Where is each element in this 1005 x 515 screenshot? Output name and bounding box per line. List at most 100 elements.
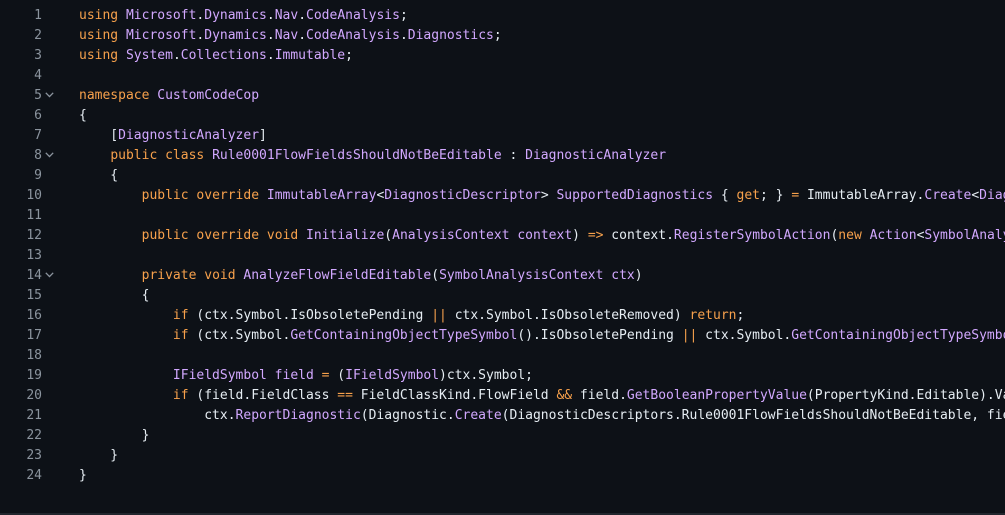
code-token: AnalyzeFlowFieldEditable <box>243 268 432 283</box>
code-token: )ctx.Symbol; <box>439 368 533 383</box>
code-line[interactable]: 11 <box>0 206 1005 226</box>
line-code: if (field.FieldClass == FieldClassKind.F… <box>79 386 1005 406</box>
line-number: 16 <box>26 308 42 323</box>
code-line[interactable]: 22 } <box>0 426 1005 446</box>
code-line[interactable]: 21 ctx.ReportDiagnostic(Diagnostic.Creat… <box>0 406 1005 426</box>
code-token: Collections <box>180 48 267 63</box>
line-code: } <box>79 466 87 486</box>
line-number: 22 <box>26 428 42 443</box>
code-token: get <box>736 188 760 203</box>
code-token: public <box>141 228 189 243</box>
line-code: } <box>79 446 118 466</box>
code-line[interactable]: 6{ <box>0 106 1005 126</box>
line-code: { <box>79 106 87 126</box>
line-code: if (ctx.Symbol.GetContainingObjectTypeSy… <box>79 326 1005 346</box>
code-token: ( <box>431 268 440 283</box>
code-token: } <box>79 448 119 463</box>
line-number: 12 <box>26 228 42 243</box>
code-token: . <box>298 28 307 43</box>
code-token: { <box>79 288 150 303</box>
code-token: Create <box>924 188 972 203</box>
code-token: field. <box>572 388 627 403</box>
line-code: public override void Initialize(Analysis… <box>79 226 1005 246</box>
code-editor[interactable]: 1 using Microsoft.Dynamics.Nav.CodeAnalys… <box>0 0 1005 515</box>
code-token: . <box>266 28 275 43</box>
code-line[interactable]: 3 using System.Collections.Immutable; <box>0 46 1005 66</box>
code-area[interactable]: 1 using Microsoft.Dynamics.Nav.CodeAnalys… <box>0 6 1005 486</box>
code-token: [ <box>79 128 119 143</box>
code-token: return <box>689 308 737 323</box>
code-token: CodeAnalysis <box>306 8 400 23</box>
code-line[interactable]: 9 { <box>0 166 1005 186</box>
code-token: override <box>196 228 260 243</box>
code-token: if <box>172 308 189 323</box>
code-token: && <box>556 388 573 403</box>
code-token: DiagnosticDescriptor <box>979 188 1005 203</box>
code-token: => <box>587 228 604 243</box>
code-token: (DiagnosticDescriptors.Rule0001FlowField… <box>501 408 1005 423</box>
code-token: override <box>196 188 260 203</box>
code-line[interactable]: 4 <box>0 66 1005 86</box>
code-token: == <box>337 388 353 403</box>
code-token: CustomCodeCop <box>157 88 260 103</box>
code-line[interactable]: 24} <box>0 466 1005 486</box>
line-number: 2 <box>34 28 42 43</box>
code-token: Microsoft <box>125 28 197 43</box>
code-token: ) <box>634 268 643 283</box>
code-line[interactable]: 5 namespace CustomCodeCop <box>0 86 1005 106</box>
code-line[interactable]: 14 private void AnalyzeFlowFieldEditable… <box>0 266 1005 286</box>
line-code: using Microsoft.Dynamics.Nav.CodeAnalysi… <box>79 26 502 46</box>
code-line[interactable]: 10 public override ImmutableArray<Diagno… <box>0 186 1005 206</box>
code-line[interactable]: 12 public override void Initialize(Analy… <box>0 226 1005 246</box>
line-number: 1 <box>34 8 42 23</box>
code-token: DiagnosticDescriptor <box>384 188 541 203</box>
code-token: SupportedDiagnostics <box>556 188 714 203</box>
code-token: Rule0001FlowFieldsShouldNotBeEditable <box>212 148 502 163</box>
line-number: 20 <box>26 388 42 403</box>
code-token: ; <box>345 48 353 63</box>
code-line[interactable]: 17 if (ctx.Symbol.GetContainingObjectTyp… <box>0 326 1005 346</box>
code-line[interactable]: 8 public class Rule0001FlowFieldsShouldN… <box>0 146 1005 166</box>
code-line[interactable]: 19 IFieldSymbol field = (IFieldSymbol)ct… <box>0 366 1005 386</box>
code-token: Immutable <box>274 48 346 63</box>
code-token: Microsoft <box>125 8 197 23</box>
code-line[interactable]: 23 } <box>0 446 1005 466</box>
code-line[interactable]: 18 <box>0 346 1005 366</box>
code-token: . <box>298 8 307 23</box>
code-token: Create <box>454 408 502 423</box>
code-token: (ctx.Symbol.IsObsoletePending <box>188 308 432 323</box>
code-token: RegisterSymbolAction <box>673 228 831 243</box>
line-code: using Microsoft.Dynamics.Nav.CodeAnalysi… <box>79 6 408 26</box>
code-line[interactable]: 20 if (field.FieldClass == FieldClassKin… <box>0 386 1005 406</box>
code-token: Action <box>869 228 917 243</box>
code-line[interactable]: 15 { <box>0 286 1005 306</box>
code-token: field <box>274 368 314 383</box>
chevron-down-icon[interactable] <box>45 92 54 100</box>
code-token: using <box>79 48 119 63</box>
line-number: 19 <box>26 368 42 383</box>
code-line[interactable]: 7 [DiagnosticAnalyzer] <box>0 126 1005 146</box>
chevron-down-icon[interactable] <box>45 152 54 160</box>
code-line[interactable]: 13 <box>0 246 1005 266</box>
code-line[interactable]: 1 using Microsoft.Dynamics.Nav.CodeAnalys… <box>0 6 1005 26</box>
code-token: . <box>266 48 275 63</box>
code-token: ().IsObsoletePending <box>517 328 682 343</box>
line-number: 9 <box>34 168 42 183</box>
code-token: ) <box>572 228 588 243</box>
line-number: 18 <box>26 348 42 363</box>
code-token: ctx.Symbol.IsObsoleteRemoved) <box>446 308 690 323</box>
code-line[interactable]: 16 if (ctx.Symbol.IsObsoletePending || c… <box>0 306 1005 326</box>
code-token: { <box>713 188 737 203</box>
code-token: ctx.Symbol. <box>697 328 792 343</box>
code-line[interactable]: 2 using Microsoft.Dynamics.Nav.CodeAnalys… <box>0 26 1005 46</box>
chevron-down-icon[interactable] <box>45 272 54 280</box>
